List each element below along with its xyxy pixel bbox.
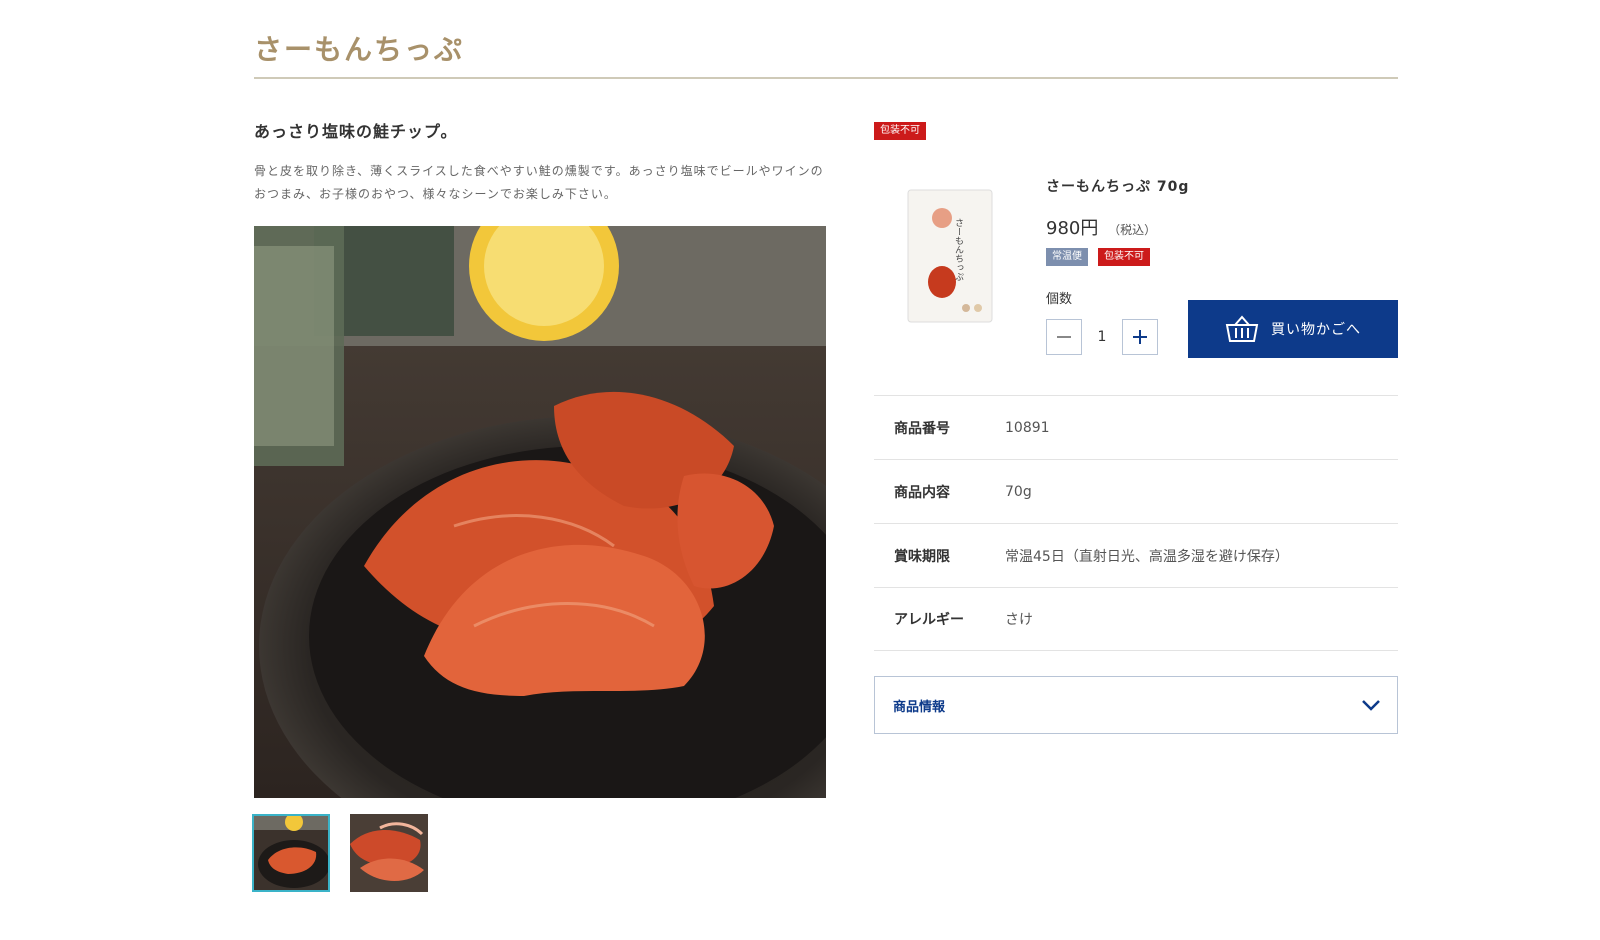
catchphrase: あっさり塩味の鮭チップ。 xyxy=(254,122,458,141)
product-info-accordion[interactable]: 商品情報 xyxy=(874,676,1398,734)
plus-icon xyxy=(1133,330,1147,344)
cart-button-label: 買い物かごへ xyxy=(1271,322,1361,338)
spec-row-item-number: 商品番号 10891 xyxy=(874,395,1398,459)
title-divider xyxy=(254,77,1398,79)
spec-label: アレルギー xyxy=(894,612,964,628)
spec-row-expiry: 賞味期限 常温45日（直射日光、高温多湿を避け保存） xyxy=(874,523,1398,587)
accordion-label: 商品情報 xyxy=(893,699,946,715)
product-name: さーもんちっぷ 70g xyxy=(1046,179,1190,195)
wrapping-unavailable-badge: 包装不可 xyxy=(874,118,926,140)
page-title: さーもんちっぷ xyxy=(254,33,465,66)
quantity-label: 個数 xyxy=(1046,292,1073,307)
minus-icon xyxy=(1057,336,1071,338)
thumbnail-1[interactable] xyxy=(252,814,330,892)
ambient-shipping-badge: 常温便 xyxy=(1046,248,1088,266)
chevron-down-icon xyxy=(1362,700,1380,711)
price-value: 980円 xyxy=(1046,218,1099,239)
product-price: 980円 （税込） xyxy=(1046,214,1156,240)
product-spec-table: 商品番号 10891 商品内容 70g 賞味期限 常温45日（直射日光、高温多湿… xyxy=(874,395,1398,651)
spec-label: 賞味期限 xyxy=(894,548,950,565)
quantity-decrease-button[interactable] xyxy=(1046,319,1082,355)
add-to-cart-button[interactable]: 買い物かごへ xyxy=(1188,300,1398,358)
spec-row-allergy: アレルギー さけ xyxy=(874,587,1398,651)
package-label-text: さーもんちっぷ xyxy=(953,218,964,281)
quantity-value[interactable]: 1 xyxy=(1084,319,1120,355)
thumbnail-2[interactable] xyxy=(350,814,428,892)
spec-value: 70g xyxy=(1005,483,1032,500)
product-badges: 常温便 包装不可 xyxy=(1046,248,1150,266)
quantity-increase-button[interactable] xyxy=(1122,319,1158,355)
tax-note: （税込） xyxy=(1108,223,1157,237)
spec-label: 商品番号 xyxy=(894,420,950,437)
spec-value: 常温45日（直射日光、高温多湿を避け保存） xyxy=(1005,548,1289,565)
spec-value: さけ xyxy=(1005,612,1033,628)
spec-value: 10891 xyxy=(1005,419,1050,436)
product-package-image: さーもんちっぷ xyxy=(900,186,1000,326)
wrapping-unavailable-badge-2: 包装不可 xyxy=(1098,248,1150,266)
main-product-photo xyxy=(254,226,826,798)
basket-icon xyxy=(1225,315,1259,342)
spec-row-contents: 商品内容 70g xyxy=(874,459,1398,523)
spec-label: 商品内容 xyxy=(894,484,950,501)
product-description: 骨と皮を取り除き、薄くスライスした食べやすい鮭の燻製です。あっさり塩味でビールや… xyxy=(254,164,824,201)
